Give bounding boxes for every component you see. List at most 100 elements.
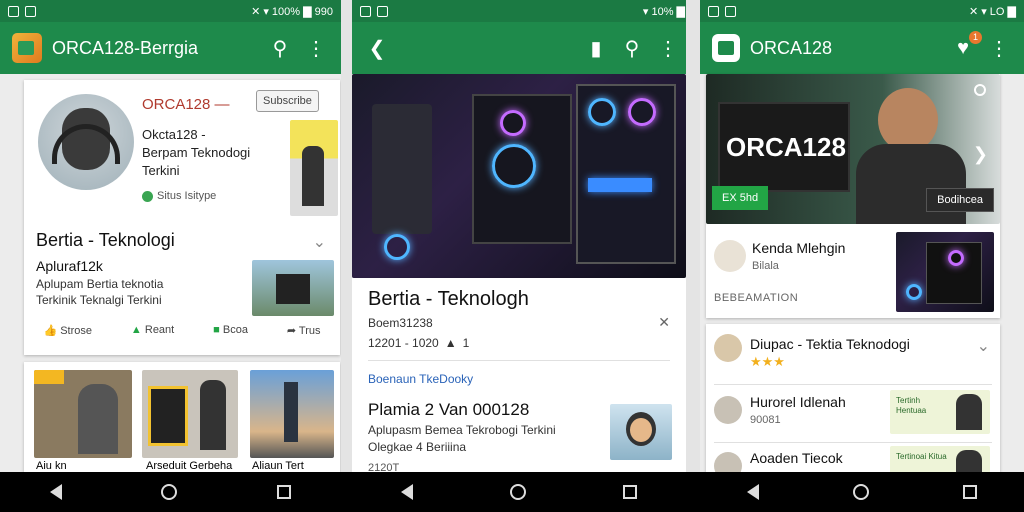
tile-3[interactable] (250, 370, 334, 458)
profile-line-1: Okcta128 - (142, 127, 206, 142)
status-indicators: ▾ 10% ▇ (642, 5, 685, 18)
list-item-thumbnail[interactable]: Tertinh Hentuaa (890, 390, 990, 434)
next-arrow-icon[interactable]: ❯ (973, 144, 988, 165)
related-title[interactable]: Plamia 2 Van 000128 (368, 400, 529, 420)
source-link[interactable]: Boenaun TkeDooky (368, 372, 473, 386)
hero-title: ORCA128 (726, 132, 846, 162)
hero-dark-button[interactable]: Bodihcea (926, 188, 994, 212)
related-line-2: Olegkae 4 Beriiina (368, 440, 467, 454)
article-title: Apluraf12k (36, 258, 103, 274)
article-date: 12201 - 1020 (368, 336, 439, 350)
screen-3: ✕ ▾ LO ▇ ORCA128 ♥ 1 ⋮ ORCA128 ❯ EX 5hd … (700, 0, 1024, 472)
notification-icon (8, 5, 19, 17)
avatar (38, 94, 134, 190)
action-bookmark-label: Bcoa (222, 324, 248, 336)
tile-2-caption: Arseduit Gerbeha (146, 460, 233, 472)
action-share[interactable]: 👍 Strose (43, 324, 92, 337)
article-thumbnail[interactable] (252, 260, 334, 316)
list-item-thumb-text: Tertinh Hentuaa (896, 396, 927, 415)
profile-name: ORCA128 — (142, 96, 230, 113)
recents-nav-icon[interactable] (277, 485, 292, 499)
related-thumbnail[interactable] (610, 404, 672, 460)
app-bar: ORCA128-Berrgia ⚲ ⋮ (0, 22, 341, 74)
tile-3-caption: Aliaun Tert (252, 460, 304, 472)
list-header-avatar (714, 334, 742, 362)
overflow-menu-icon[interactable]: ⋮ (986, 36, 1012, 61)
status-indicators: ✕ ▾ 100% ▇ 990 (251, 5, 333, 18)
home-nav-icon[interactable] (509, 484, 526, 500)
article-line-2: Terkinik Teknalgi Terkini (36, 293, 162, 307)
image-icon (377, 5, 388, 17)
news-thumbnail[interactable] (896, 232, 994, 312)
panel-gap (686, 0, 700, 472)
list-item-title[interactable]: Hurorel Idlenah (750, 394, 846, 410)
close-icon[interactable]: ✕ (658, 314, 670, 331)
panel-gap (341, 0, 352, 472)
back-arrow-icon[interactable]: ❮ (364, 36, 390, 61)
like-icon: ▲ (130, 324, 142, 336)
hero-image[interactable]: ORCA128 ❯ EX 5hd Bodihcea (706, 74, 1000, 224)
action-bookmark[interactable]: ■ Bcoa (213, 324, 248, 337)
favorite-heart-icon[interactable]: ♥ 1 (950, 30, 982, 60)
status-indicators: ✕ ▾ LO ▇ (968, 5, 1016, 18)
app-title: ORCA128 (750, 37, 833, 58)
site-link[interactable]: Situs Isitype (142, 190, 216, 202)
app-logo-icon (712, 34, 740, 62)
recents-nav-icon[interactable] (623, 485, 638, 499)
action-share-label: Strose (60, 325, 93, 337)
article-meta-2: 12201 - 1020 ▲ 1 (368, 336, 469, 350)
tile-2[interactable] (142, 370, 238, 458)
profile-card: ORCA128 — Subscribe Okcta128 - Berpam Te… (24, 80, 340, 355)
overflow-menu-icon[interactable]: ⋮ (303, 36, 329, 61)
like-icon[interactable]: ▲ (445, 336, 457, 350)
menu-dot-icon[interactable] (974, 84, 986, 96)
like-count: 1 (462, 336, 470, 350)
article-line-1: Aplupam Bertia teknotia (36, 277, 164, 291)
search-icon[interactable]: ⚲ (619, 36, 645, 61)
news-title[interactable]: Kenda Mlehgin (752, 240, 845, 256)
expand-chevron-icon[interactable]: ⌄ (313, 232, 326, 252)
search-icon[interactable]: ⚲ (267, 36, 293, 61)
screen-1: ✕ ▾ 100% ▇ 990 ORCA128-Berrgia ⚲ ⋮ ORCA1… (0, 0, 341, 472)
app-logo-icon (12, 33, 42, 63)
list-item-thumbnail[interactable]: Tertinoai Kitua (890, 446, 990, 472)
app-bar: ❮ ▮ ⚲ ⋮ (352, 22, 693, 74)
back-nav-icon[interactable] (49, 484, 62, 500)
article-headline: Bertia - Teknologh (368, 288, 529, 310)
tile-grid: Aiu kn Arseduit Gerbeha Aliaun Tert (24, 362, 340, 472)
recents-nav-icon[interactable] (963, 485, 977, 499)
rating-stars: ★★★ (750, 354, 785, 369)
back-nav-icon[interactable] (747, 484, 759, 500)
action-row: 👍 Strose ▲ Reant ■ Bcoa ➦ Trus (24, 324, 340, 337)
tile-1-caption: Aiu kn (36, 460, 67, 472)
hero-image-pc (352, 74, 686, 278)
list-item-title[interactable]: Aoaden Tiecok (750, 450, 843, 466)
home-nav-icon[interactable] (853, 484, 869, 500)
action-react[interactable]: ▲ Reant (131, 324, 174, 337)
share-icon: ➦ (286, 325, 297, 337)
news-avatar (714, 240, 746, 272)
news-subtitle: Bilala (752, 260, 779, 272)
list-item-thumb-text: Tertinoai Kitua (896, 452, 947, 461)
profile-description: Okcta128 - Berpam Teknodogi Terkini (142, 126, 250, 180)
tile-1[interactable] (34, 370, 132, 458)
image-icon (25, 5, 36, 17)
bookmark-icon[interactable]: ▮ (583, 36, 609, 61)
back-nav-icon[interactable] (400, 484, 413, 500)
action-react-label: Reant (144, 324, 175, 336)
profile-line-2: Berpam Teknodogi (142, 145, 251, 160)
action-trust-label: Trus (298, 325, 321, 337)
list-item-avatar (714, 452, 742, 472)
notification-icon (360, 5, 371, 17)
list-header-title: Diupac - Tektia Teknodogi (750, 336, 910, 352)
related-date: 2120T (368, 462, 400, 472)
expand-chevron-icon[interactable]: ⌄ (977, 336, 990, 356)
subscribe-button[interactable]: Subscribe (256, 90, 319, 112)
hero-green-button[interactable]: EX 5hd (712, 186, 769, 210)
status-bar: ✕ ▾ 100% ▇ 990 (0, 0, 341, 22)
section-headline: Bertia - Teknologi (36, 230, 175, 250)
image-icon (725, 5, 736, 17)
action-trust[interactable]: ➦ Trus (287, 324, 321, 337)
home-nav-icon[interactable] (161, 484, 178, 500)
overflow-menu-icon[interactable]: ⋮ (655, 36, 681, 61)
